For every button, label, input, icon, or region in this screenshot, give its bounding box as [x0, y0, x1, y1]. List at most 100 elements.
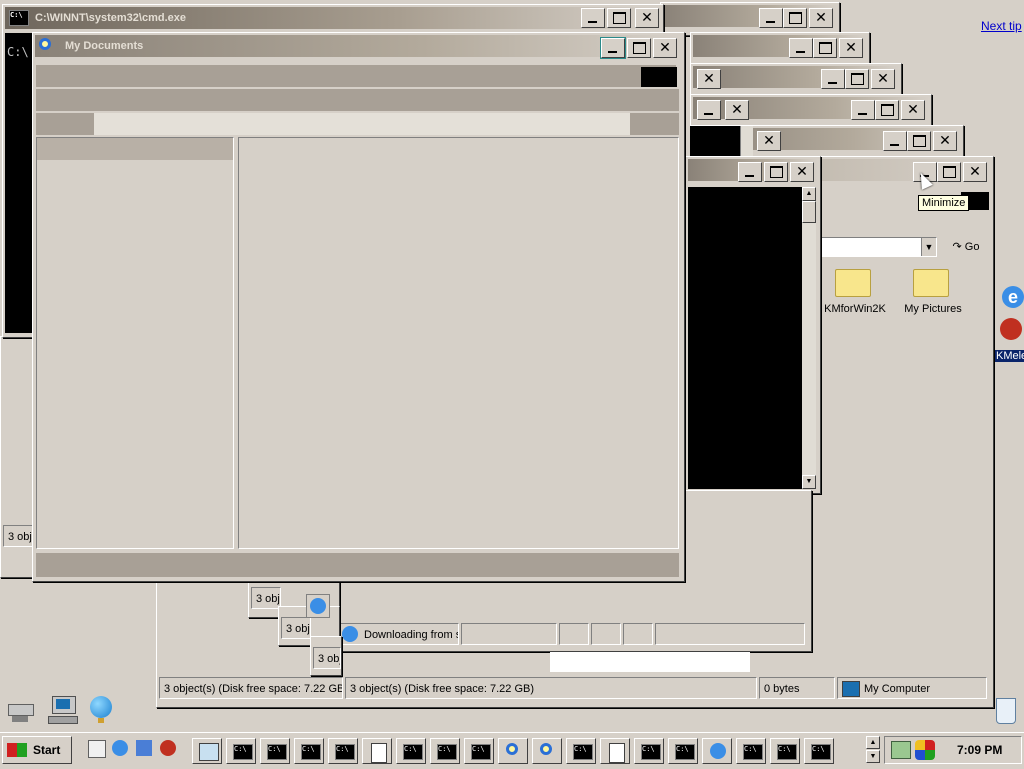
taskbar-scroll[interactable]: ▲ ▼: [866, 736, 880, 764]
ie-stacked-icon[interactable]: [306, 594, 330, 618]
scroll-thumb[interactable]: [802, 201, 816, 223]
taskbar-button-cmd[interactable]: C:\: [736, 738, 766, 764]
ie-launch-icon[interactable]: [112, 740, 128, 756]
cmd-titlebar[interactable]: C:\ C:\WINNT\system32\cmd.exe: [5, 7, 661, 29]
status-objects: 3 object(s) (Disk free space: 7.22 GB): [345, 677, 757, 699]
cmd-icon: C:\: [9, 10, 29, 26]
cmd-icon: C:\: [777, 744, 797, 760]
taskbar-button-search[interactable]: [498, 738, 528, 764]
clock[interactable]: 7:09 PM: [957, 743, 1002, 757]
maximize-button[interactable]: [783, 8, 807, 28]
maximize-button[interactable]: [764, 162, 788, 182]
taskbar-button-cmd[interactable]: C:\: [396, 738, 426, 764]
taskbar-button-tool[interactable]: [600, 738, 630, 764]
close-button[interactable]: [871, 69, 895, 89]
cascade-window-3[interactable]: [690, 63, 902, 97]
taskbar-button-cmd[interactable]: C:\: [328, 738, 358, 764]
address-input[interactable]: [94, 113, 630, 135]
taskbar-button-cmd[interactable]: C:\: [226, 738, 256, 764]
status-progress: [461, 623, 557, 645]
status-objects: 3 obje: [3, 525, 35, 547]
console-scrollbar[interactable]: ▲ ▼: [802, 187, 816, 489]
maximize-button[interactable]: [875, 100, 899, 120]
close-button[interactable]: [809, 8, 833, 28]
close-button[interactable]: [697, 69, 721, 89]
kmeleon-launch-icon[interactable]: [160, 740, 176, 756]
scroll-up-icon[interactable]: ▲: [802, 187, 816, 201]
cmd-icon: C:\: [233, 744, 253, 760]
taskbar-button-tool[interactable]: [362, 738, 392, 764]
taskbar-button-ie[interactable]: [702, 738, 732, 764]
taskbar-button-cmd[interactable]: C:\: [464, 738, 494, 764]
windows-tray-icon[interactable]: [915, 740, 935, 760]
minimize-button[interactable]: [883, 131, 907, 151]
folder-item-my-pictures[interactable]: My Pictures: [895, 265, 965, 319]
cascade-window-2[interactable]: [690, 32, 870, 66]
close-button[interactable]: [757, 131, 781, 151]
close-button[interactable]: [963, 162, 987, 182]
my-computer-icon[interactable]: [48, 696, 78, 724]
maximize-button[interactable]: [607, 8, 631, 28]
taskbar-button-cmd[interactable]: C:\: [294, 738, 324, 764]
cascade-window-4[interactable]: [690, 94, 932, 128]
close-button[interactable]: [790, 162, 814, 182]
close-button[interactable]: [635, 8, 659, 28]
white-input-area[interactable]: [550, 652, 750, 672]
taskbar-button-search[interactable]: [532, 738, 562, 764]
close-button[interactable]: [901, 100, 925, 120]
file-list[interactable]: [238, 137, 679, 549]
taskbar-button-cmd[interactable]: C:\: [430, 738, 460, 764]
address-input[interactable]: ▼: [817, 237, 937, 257]
close-button[interactable]: [933, 131, 957, 151]
scroll-down-icon[interactable]: ▼: [866, 750, 880, 763]
minimize-button[interactable]: [697, 100, 721, 120]
globe-icon[interactable]: [88, 696, 114, 724]
next-tip-link[interactable]: Next tip: [981, 19, 1022, 33]
taskbar-button-cmd[interactable]: C:\: [566, 738, 596, 764]
start-button[interactable]: Start: [2, 736, 72, 764]
dropdown-arrow-icon[interactable]: ▼: [921, 238, 936, 256]
taskbar-button-cmd[interactable]: C:\: [804, 738, 834, 764]
minimize-button[interactable]: [738, 162, 762, 182]
minimize-button[interactable]: [759, 8, 783, 28]
minimize-button[interactable]: [789, 38, 813, 58]
left-pane: [36, 137, 234, 549]
taskbar-button-cmd[interactable]: C:\: [260, 738, 290, 764]
status-zone: My Computer: [837, 677, 987, 699]
minimize-button[interactable]: [600, 37, 626, 59]
minimize-button[interactable]: [581, 8, 605, 28]
go-button[interactable]: ↷ Go: [945, 237, 987, 257]
stacked-window-c[interactable]: 3 obj: [310, 636, 342, 676]
maximize-button[interactable]: [845, 69, 869, 89]
recycle-bin-icon[interactable]: [992, 694, 1018, 726]
maximize-button[interactable]: [907, 131, 931, 151]
minimize-button[interactable]: [821, 69, 845, 89]
show-desktop-icon[interactable]: [88, 740, 106, 758]
status-cell: [623, 623, 653, 645]
close-button[interactable]: [653, 38, 677, 58]
status-objects: 3 obj: [281, 617, 311, 639]
close-button[interactable]: [839, 38, 863, 58]
network-icon[interactable]: [4, 702, 38, 724]
my-documents-titlebar[interactable]: My Documents: [35, 35, 682, 57]
scroll-up-icon[interactable]: ▲: [866, 736, 880, 749]
minimize-button[interactable]: [851, 100, 875, 120]
scroll-down-icon[interactable]: ▼: [802, 475, 816, 489]
maximize-button[interactable]: [937, 162, 961, 182]
maximize-button[interactable]: [813, 38, 837, 58]
console-window[interactable]: ▲ ▼: [685, 156, 821, 494]
taskbar-button-cmd[interactable]: C:\: [668, 738, 698, 764]
maximize-button[interactable]: [627, 38, 651, 58]
my-documents-window[interactable]: My Documents: [32, 32, 685, 582]
network-tray-icon[interactable]: [891, 741, 911, 759]
taskbar-button-cmd[interactable]: C:\: [770, 738, 800, 764]
ie-desktop-icon[interactable]: e: [1000, 284, 1024, 312]
cascade-window-1[interactable]: [660, 2, 840, 36]
taskbar-button-notepad[interactable]: [192, 738, 222, 764]
kmeleon-desktop-icon[interactable]: KMele: [994, 316, 1024, 366]
outlook-express-icon[interactable]: [136, 740, 152, 756]
folder-item-kmforwin2k[interactable]: KMforWin2K: [817, 265, 887, 319]
console-output[interactable]: [688, 187, 802, 489]
close-button[interactable]: [725, 100, 749, 120]
taskbar-button-cmd[interactable]: C:\: [634, 738, 664, 764]
